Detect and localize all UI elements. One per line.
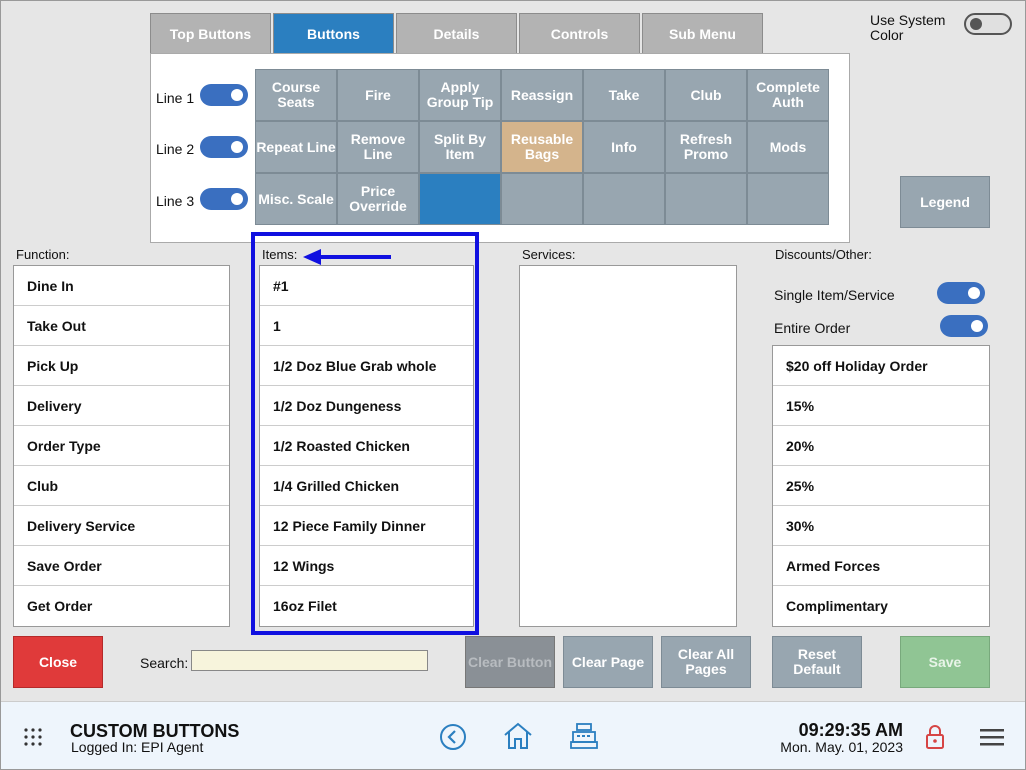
grid-button-complete-auth[interactable]: Complete Auth xyxy=(747,69,829,121)
services-title: Services: xyxy=(522,247,576,262)
list-item[interactable]: 1/2 Doz Blue Grab whole xyxy=(260,346,473,386)
hamburger-menu-icon[interactable] xyxy=(980,727,1004,747)
grid-button-price-override[interactable]: Price Override xyxy=(337,173,419,225)
grid-button-empty[interactable] xyxy=(665,173,747,225)
grid-button-repeat-line[interactable]: Repeat Line xyxy=(255,121,337,173)
tab-top-buttons[interactable]: Top Buttons xyxy=(150,13,271,54)
tab-sub-menu[interactable]: Sub Menu xyxy=(642,13,763,54)
save-button: Save xyxy=(900,636,990,688)
grid-button-split-by-item[interactable]: Split By Item xyxy=(419,121,501,173)
tab-controls[interactable]: Controls xyxy=(519,13,640,54)
list-item[interactable]: 12 Piece Family Dinner xyxy=(260,506,473,546)
list-item[interactable]: Order Type xyxy=(14,426,229,466)
line-1-label: Line 1 xyxy=(156,90,195,106)
single-item-service-label: Single Item/Service xyxy=(774,287,895,303)
close-button[interactable]: Close xyxy=(13,636,103,688)
grid-button-empty[interactable] xyxy=(583,173,665,225)
grid-button-apply-group-tip[interactable]: Apply Group Tip xyxy=(419,69,501,121)
function-list: Dine In Take Out Pick Up Delivery Order … xyxy=(13,265,230,627)
grid-button-reassign[interactable]: Reassign xyxy=(501,69,583,121)
home-icon[interactable] xyxy=(502,721,534,751)
line-1-toggle[interactable] xyxy=(200,84,248,106)
list-item[interactable]: Delivery xyxy=(14,386,229,426)
use-system-color-label: Use System Color xyxy=(870,12,946,43)
back-arrow-icon[interactable] xyxy=(439,723,467,751)
search-label: Search: xyxy=(140,655,189,671)
tab-buttons[interactable]: Buttons xyxy=(273,13,394,54)
list-item[interactable]: $20 off Holiday Order xyxy=(773,346,989,386)
items-list: #1 1 1/2 Doz Blue Grab whole 1/2 Doz Dun… xyxy=(259,265,474,627)
list-item[interactable]: 25% xyxy=(773,466,989,506)
list-item[interactable]: Dine In xyxy=(14,266,229,306)
lock-icon[interactable] xyxy=(924,724,946,750)
services-list xyxy=(519,265,737,627)
clock-time: 09:29:35 AM xyxy=(798,720,903,740)
app-grid-icon[interactable] xyxy=(23,727,43,747)
line-2-label: Line 2 xyxy=(156,141,195,157)
function-title: Function: xyxy=(16,247,70,262)
search-input[interactable] xyxy=(191,650,428,671)
list-item[interactable]: Take Out xyxy=(14,306,229,346)
items-title: Items: xyxy=(262,247,298,262)
tab-details[interactable]: Details xyxy=(396,13,517,54)
list-item[interactable]: 1/2 Doz Dungeness xyxy=(260,386,473,426)
list-item[interactable]: 1/2 Roasted Chicken xyxy=(260,426,473,466)
discounts-list: $20 off Holiday Order 15% 20% 25% 30% Ar… xyxy=(772,345,990,627)
clear-all-pages-button[interactable]: Clear All Pages xyxy=(661,636,751,688)
line-3-label: Line 3 xyxy=(156,193,195,209)
list-item[interactable]: 30% xyxy=(773,506,989,546)
list-item[interactable]: 1 xyxy=(260,306,473,346)
grid-button-take[interactable]: Take xyxy=(583,69,665,121)
arrow-left-icon xyxy=(303,249,391,265)
grid-button-empty[interactable] xyxy=(501,173,583,225)
single-item-service-toggle[interactable] xyxy=(937,282,985,304)
list-item[interactable]: 16oz Filet xyxy=(260,586,473,626)
list-item[interactable]: Pick Up xyxy=(14,346,229,386)
list-item[interactable]: Get Order xyxy=(14,586,229,626)
list-item[interactable]: 15% xyxy=(773,386,989,426)
line-2-toggle[interactable] xyxy=(200,136,248,158)
reset-default-button[interactable]: Reset Default xyxy=(772,636,862,688)
entire-order-toggle[interactable] xyxy=(940,315,988,337)
grid-button-reusable-bags[interactable]: Reusable Bags xyxy=(501,121,583,173)
grid-button-fire[interactable]: Fire xyxy=(337,69,419,121)
cash-register-icon[interactable] xyxy=(569,721,599,751)
grid-button-remove-line[interactable]: Remove Line xyxy=(337,121,419,173)
list-item[interactable]: Delivery Service xyxy=(14,506,229,546)
grid-button-misc-scale[interactable]: Misc. Scale xyxy=(255,173,337,225)
clear-page-button[interactable]: Clear Page xyxy=(563,636,653,688)
clear-button-button: Clear Button xyxy=(465,636,555,688)
list-item[interactable]: Save Order xyxy=(14,546,229,586)
list-item[interactable]: #1 xyxy=(260,266,473,306)
list-item[interactable]: 1/4 Grilled Chicken xyxy=(260,466,473,506)
grid-button-course-seats[interactable]: Course Seats xyxy=(255,69,337,121)
legend-button[interactable]: Legend xyxy=(900,176,990,228)
line-3-toggle[interactable] xyxy=(200,188,248,210)
use-system-color-toggle[interactable] xyxy=(964,13,1012,35)
list-item[interactable]: Complimentary xyxy=(773,586,989,626)
list-item[interactable]: Club xyxy=(14,466,229,506)
list-item[interactable]: 20% xyxy=(773,426,989,466)
clock-date: Mon. May. 01, 2023 xyxy=(780,739,903,755)
footer-bar: CUSTOM BUTTONS Logged In: EPI Agent 09:2… xyxy=(1,701,1025,769)
entire-order-label: Entire Order xyxy=(774,320,851,336)
grid-button-selected-empty[interactable] xyxy=(419,173,501,225)
grid-button-refresh-promo[interactable]: Refresh Promo xyxy=(665,121,747,173)
list-item[interactable]: Armed Forces xyxy=(773,546,989,586)
grid-button-mods[interactable]: Mods xyxy=(747,121,829,173)
grid-button-club[interactable]: Club xyxy=(665,69,747,121)
logged-in-user: Logged In: EPI Agent xyxy=(71,739,204,755)
grid-button-empty[interactable] xyxy=(747,173,829,225)
list-item[interactable]: 12 Wings xyxy=(260,546,473,586)
grid-button-info[interactable]: Info xyxy=(583,121,665,173)
discounts-title: Discounts/Other: xyxy=(775,247,872,262)
